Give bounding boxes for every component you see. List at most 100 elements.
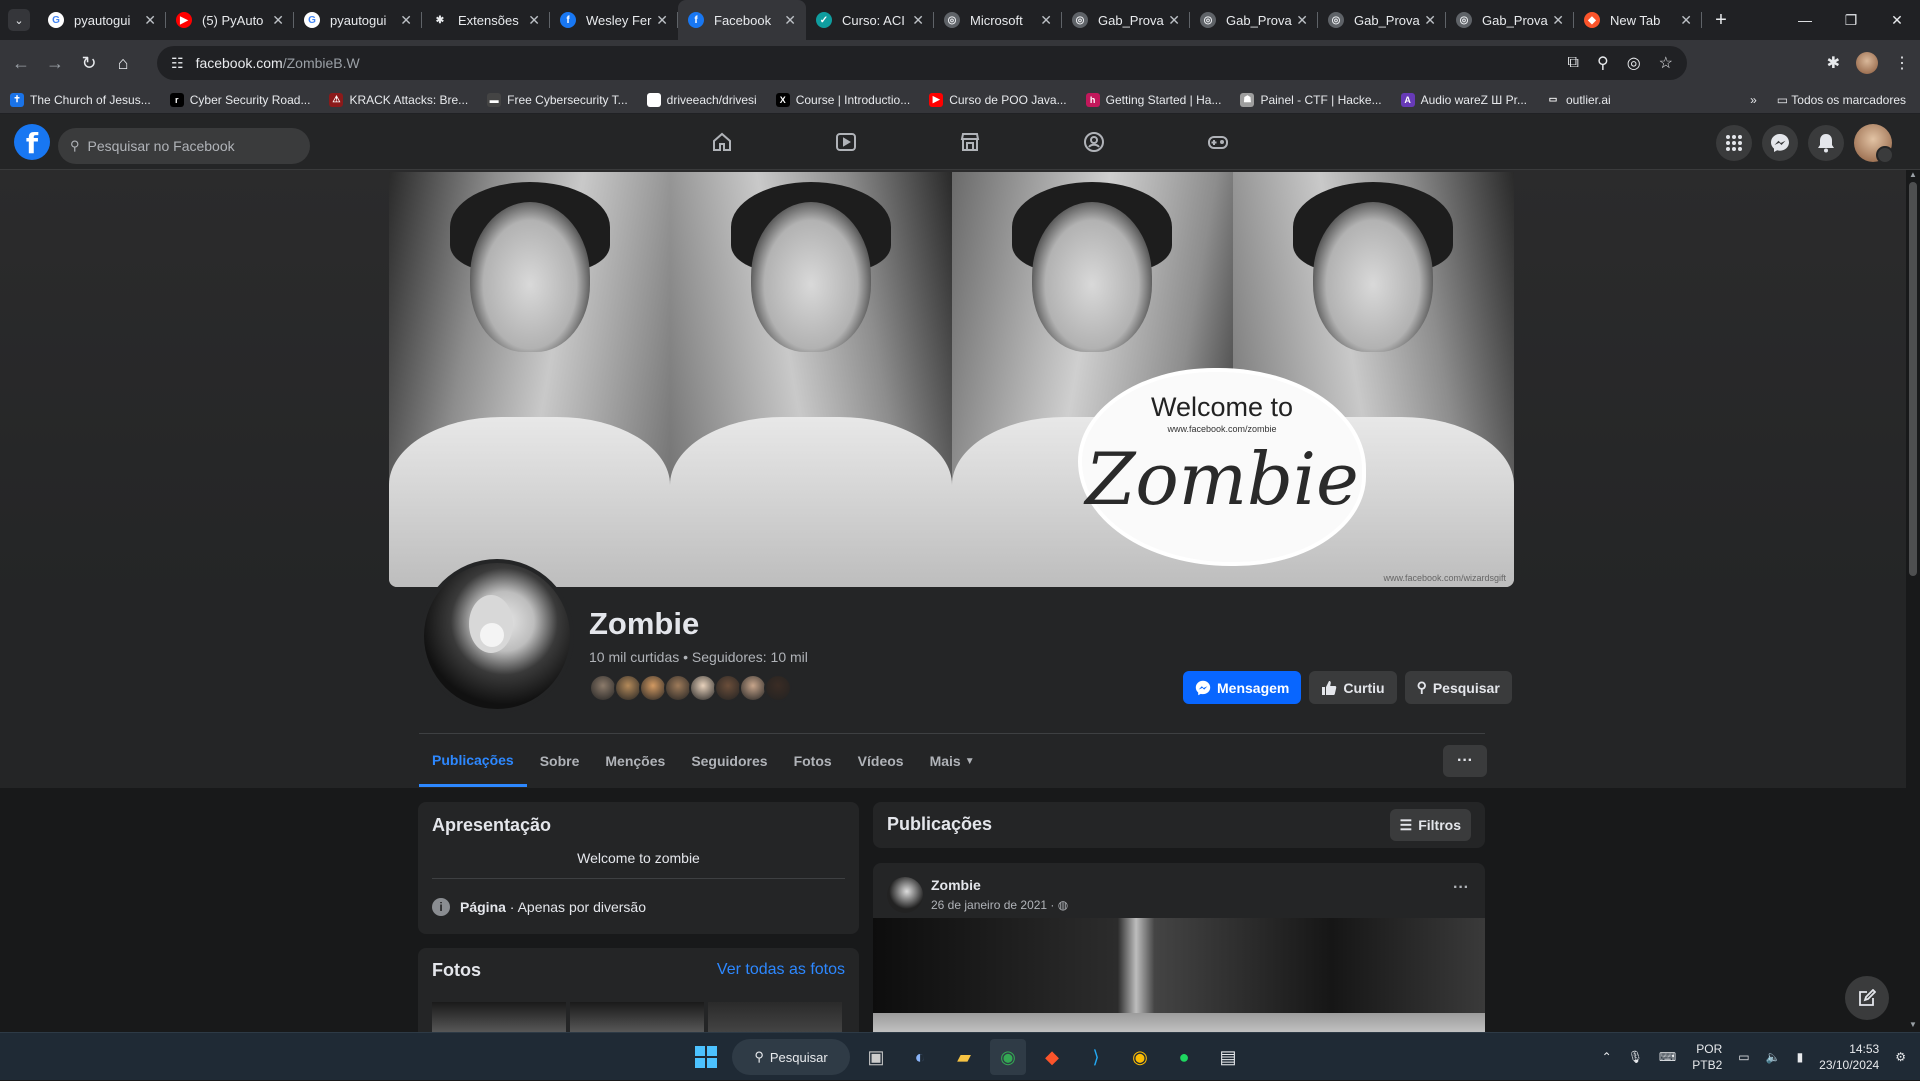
bookmark-item[interactable]: ⚠ KRACK Attacks: Bre... bbox=[329, 92, 468, 107]
home-button[interactable]: ⌂ bbox=[106, 46, 140, 80]
scrollbar-thumb[interactable] bbox=[1909, 182, 1917, 576]
close-window-button[interactable]: ✕ bbox=[1874, 0, 1920, 40]
volume-icon[interactable]: 🔈 bbox=[1766, 1050, 1781, 1064]
brave-icon[interactable]: ◆ bbox=[1034, 1039, 1070, 1075]
bookmark-item[interactable]: ✝ The Church of Jesus... bbox=[10, 92, 151, 107]
all-bookmarks-button[interactable]: ▭ Todos os marcadores bbox=[1777, 93, 1906, 107]
windows-start-icon[interactable] bbox=[688, 1039, 724, 1075]
bookmark-item[interactable]: h Getting Started | Ha... bbox=[1085, 92, 1221, 107]
profile-tab[interactable]: Seguidores bbox=[678, 735, 780, 787]
close-tab-icon[interactable]: ✕ bbox=[1040, 12, 1052, 29]
new-message-button[interactable] bbox=[1845, 976, 1889, 1020]
reload-button[interactable]: ↻ bbox=[72, 46, 106, 80]
gaming-nav-icon[interactable] bbox=[1156, 114, 1280, 170]
search-page-button[interactable]: ⚲ Pesquisar bbox=[1404, 671, 1512, 704]
chrome-icon[interactable]: ◉ bbox=[1122, 1039, 1158, 1075]
post-image[interactable] bbox=[873, 918, 1485, 1043]
notepad-icon[interactable]: ▤ bbox=[1210, 1039, 1246, 1075]
menu-grid-icon[interactable] bbox=[1716, 125, 1752, 161]
bookmark-item[interactable]: A Audio wareZ Ш Pr... bbox=[1400, 92, 1527, 107]
liked-button[interactable]: Curtiu bbox=[1309, 671, 1397, 704]
notifications-bell-icon[interactable] bbox=[1808, 125, 1844, 161]
scroll-up-arrow[interactable]: ▲ bbox=[1906, 170, 1920, 182]
forward-button[interactable]: → bbox=[38, 46, 72, 80]
video-nav-icon[interactable] bbox=[784, 114, 908, 170]
network-icon[interactable]: ▭ bbox=[1738, 1050, 1749, 1064]
spotify-icon[interactable]: ● bbox=[1166, 1039, 1202, 1075]
message-button[interactable]: Mensagem bbox=[1183, 671, 1302, 704]
profile-tab[interactable]: Menções bbox=[592, 735, 678, 787]
site-info-icon[interactable]: ☷ bbox=[171, 55, 184, 72]
post-author-avatar[interactable] bbox=[887, 877, 923, 913]
browser-tab[interactable]: ✓ Curso: ACI ✕ bbox=[806, 0, 934, 40]
close-tab-icon[interactable]: ✕ bbox=[272, 12, 284, 29]
browser-tab[interactable]: f Wesley Fer ✕ bbox=[550, 0, 678, 40]
profile-picture[interactable] bbox=[420, 559, 574, 713]
browser-tab[interactable]: Gpyautogui ✕ bbox=[294, 0, 422, 40]
browser-tab[interactable]: ▶ (5) PyAuto ✕ bbox=[166, 0, 294, 40]
close-tab-icon[interactable]: ✕ bbox=[1168, 12, 1180, 29]
copilot-icon[interactable]: ◐ bbox=[902, 1039, 938, 1075]
close-tab-icon[interactable]: ✕ bbox=[656, 12, 668, 29]
extensions-icon[interactable]: ✱ bbox=[1827, 53, 1840, 73]
clock[interactable]: 14:53 23/10/2024 bbox=[1819, 1041, 1879, 1073]
cover-photo[interactable]: Welcome to www.facebook.com/zombie Zombi… bbox=[389, 172, 1514, 587]
chrome-icon[interactable]: ◉ bbox=[990, 1039, 1026, 1075]
page-stats[interactable]: 10 mil curtidas • Seguidores: 10 mil bbox=[589, 649, 808, 665]
notification-center-icon[interactable]: ⚙ bbox=[1895, 1050, 1906, 1064]
close-tab-icon[interactable]: ✕ bbox=[1424, 12, 1436, 29]
post-date[interactable]: 26 de janeiro de 2021 · ◍ bbox=[931, 898, 1068, 912]
friend-avatar[interactable] bbox=[714, 674, 742, 702]
profile-tab[interactable]: Fotos bbox=[781, 735, 845, 787]
profile-avatar[interactable] bbox=[1856, 52, 1878, 74]
tracking-protection-icon[interactable]: ◎ bbox=[1627, 53, 1641, 73]
browser-tab[interactable]: f Facebook ✕ bbox=[678, 0, 806, 40]
profile-tab[interactable]: Sobre bbox=[527, 735, 593, 787]
bookmark-item[interactable]: r Cyber Security Road... bbox=[169, 92, 310, 107]
back-button[interactable]: ← bbox=[4, 46, 38, 80]
account-avatar[interactable] bbox=[1854, 124, 1894, 164]
close-tab-icon[interactable]: ✕ bbox=[400, 12, 412, 29]
browser-tab[interactable]: ◎ Gab_Prova ✕ bbox=[1446, 0, 1574, 40]
show-hidden-icons-icon[interactable]: ⌃ bbox=[1602, 1050, 1612, 1064]
browser-tab[interactable]: Gpyautogui ✕ bbox=[38, 0, 166, 40]
browser-tab[interactable]: ✱ Extensões ✕ bbox=[422, 0, 550, 40]
zoom-icon[interactable]: ⚲ bbox=[1597, 53, 1609, 73]
friend-avatar[interactable] bbox=[614, 674, 642, 702]
scroll-down-arrow[interactable]: ▼ bbox=[1906, 1020, 1920, 1032]
file-explorer-icon[interactable]: ▰ bbox=[946, 1039, 982, 1075]
close-tab-icon[interactable]: ✕ bbox=[144, 12, 156, 29]
vscode-icon[interactable]: ⟩ bbox=[1078, 1039, 1114, 1075]
friend-avatar[interactable] bbox=[689, 674, 717, 702]
friend-avatar[interactable] bbox=[639, 674, 667, 702]
browser-menu-icon[interactable]: ⋮ bbox=[1894, 53, 1910, 73]
tab-search-button[interactable]: ⌄ bbox=[8, 9, 30, 31]
bookmark-item[interactable]: ▬ Free Cybersecurity T... bbox=[487, 92, 628, 107]
more-bookmarks-icon[interactable]: » bbox=[1750, 93, 1757, 107]
home-nav-icon[interactable] bbox=[660, 114, 784, 170]
bookmark-item[interactable]: ▭ outlier.ai bbox=[1545, 92, 1611, 107]
address-bar[interactable]: ☷ facebook.com/ZombieB.W ⧉ ⚲ ◎ ☆ bbox=[157, 46, 1687, 80]
task-view-icon[interactable]: ▣ bbox=[858, 1039, 894, 1075]
language-indicator[interactable]: POR PTB2 bbox=[1692, 1041, 1722, 1073]
profile-tab[interactable]: Publicações bbox=[419, 735, 527, 787]
battery-icon[interactable]: ▮ bbox=[1797, 1050, 1804, 1064]
close-tab-icon[interactable]: ✕ bbox=[1296, 12, 1308, 29]
intro-category-value[interactable]: · Apenas por diversão bbox=[506, 899, 646, 915]
bookmark-item[interactable]: ▶ Curso de POO Java... bbox=[929, 92, 1067, 107]
bookmark-item[interactable]: X Course | Introductio... bbox=[775, 92, 910, 107]
close-tab-icon[interactable]: ✕ bbox=[912, 12, 924, 29]
facebook-search-input[interactable]: ⚲ Pesquisar no Facebook bbox=[58, 128, 310, 164]
messenger-icon[interactable] bbox=[1762, 125, 1798, 161]
bookmark-item[interactable]: ● driveeach/drivesi bbox=[646, 92, 757, 107]
post-options-button[interactable]: ··· bbox=[1453, 879, 1469, 897]
close-tab-icon[interactable]: ✕ bbox=[784, 12, 796, 29]
bookmark-item[interactable]: ☗ Painel - CTF | Hacke... bbox=[1240, 92, 1382, 107]
restore-button[interactable]: ❐ bbox=[1828, 0, 1874, 40]
browser-tab[interactable]: ◎ Gab_Prova ✕ bbox=[1318, 0, 1446, 40]
browser-tab[interactable]: ◆ New Tab ✕ bbox=[1574, 0, 1702, 40]
browser-tab[interactable]: ◎ Gab_Prova ✕ bbox=[1062, 0, 1190, 40]
keyboard-icon[interactable]: ⌨ bbox=[1659, 1050, 1676, 1064]
groups-nav-icon[interactable] bbox=[1032, 114, 1156, 170]
minimize-button[interactable]: — bbox=[1782, 0, 1828, 40]
